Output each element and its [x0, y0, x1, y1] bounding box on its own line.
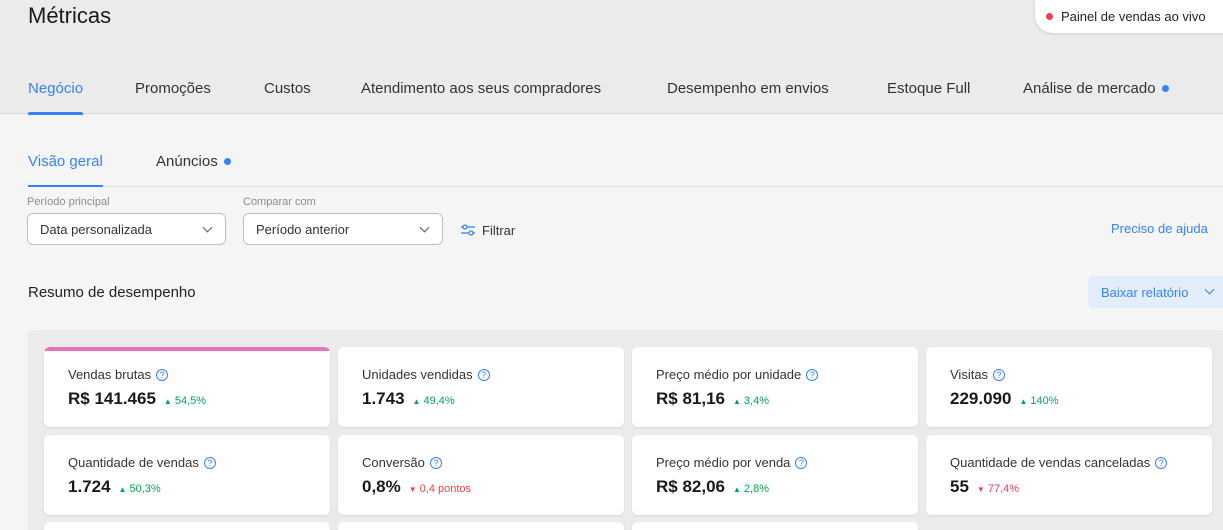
filter-label: Filtrar: [482, 222, 516, 238]
sub-tabs: Visão geral Anúncios: [0, 140, 1223, 187]
metric-delta: 2,8%: [743, 483, 769, 495]
filter-button[interactable]: Filtrar: [460, 220, 515, 240]
metric-value: R$ 82,06: [656, 477, 725, 496]
metric-label: Unidades vendidas: [362, 367, 473, 382]
arrow-up-icon: ▲: [118, 485, 127, 494]
question-circle-icon[interactable]: ?: [156, 368, 169, 381]
metric-delta: 50,3%: [129, 483, 161, 495]
metric-card-visitas[interactable]: Visitas? 229.090 ▲ 140%: [926, 347, 1212, 427]
arrow-up-icon: ▲: [733, 485, 741, 494]
metric-delta: 77,4%: [987, 483, 1020, 495]
new-indicator-dot-icon: [223, 157, 231, 165]
compare-label: Comparar com: [243, 196, 316, 208]
tab-analise-mercado[interactable]: Análise de mercado: [1023, 80, 1169, 114]
metric-delta: 49,4%: [423, 395, 455, 407]
chevron-down-icon: [202, 222, 213, 233]
live-sales-panel-label: Painel de vendas ao vivo: [1061, 9, 1206, 24]
metric-label: Preço médio por venda: [656, 455, 791, 470]
metric-delta: 3,4%: [743, 395, 769, 407]
arrow-up-icon: ▲: [163, 397, 172, 406]
question-circle-icon[interactable]: ?: [993, 368, 1006, 381]
arrow-up-icon: ▲: [1019, 397, 1028, 406]
question-circle-icon[interactable]: ?: [1155, 456, 1168, 469]
metric-value: 0,8%: [362, 477, 401, 496]
metric-value: 229.090: [950, 389, 1012, 408]
metric-value: 1.724: [68, 477, 111, 496]
page-title: Métricas: [28, 3, 112, 28]
question-circle-icon[interactable]: ?: [203, 456, 216, 469]
tab-atendimento[interactable]: Atendimento aos seus compradores: [361, 80, 601, 114]
metric-card-conversao[interactable]: Conversão? 0,8% ▼ 0,4 pontos: [338, 435, 624, 515]
red-dot-icon: [1046, 13, 1053, 20]
tab-desempenho-envios[interactable]: Desempenho em envios: [667, 80, 829, 114]
subtab-anuncios[interactable]: Anúncios: [156, 153, 231, 187]
question-circle-icon[interactable]: ?: [429, 456, 442, 469]
chevron-down-icon: [1204, 284, 1215, 295]
subtab-visao-geral[interactable]: Visão geral: [28, 153, 103, 187]
metric-card-unidades-vendidas[interactable]: Unidades vendidas? 1.743 ▲ 49,4%: [338, 347, 624, 427]
metric-value: 55: [950, 477, 969, 496]
main-period-select[interactable]: Data personalizada: [27, 213, 226, 245]
metric-label: Quantidade de vendas: [68, 455, 199, 470]
question-circle-icon[interactable]: ?: [795, 456, 808, 469]
summary-title: Resumo de desempenho: [28, 284, 196, 301]
new-indicator-dot-icon: [1161, 84, 1169, 92]
question-circle-icon[interactable]: ?: [477, 368, 490, 381]
tab-negocio[interactable]: Negócio: [28, 80, 84, 115]
metric-delta: 54,5%: [174, 395, 207, 407]
metric-value: R$ 141.465: [68, 389, 156, 408]
metric-card-vendas-canceladas[interactable]: Quantidade de vendas canceladas? 55 ▼ 77,4…: [926, 435, 1212, 515]
compare-value: Período anterior: [256, 221, 350, 237]
metric-card-preco-medio-venda[interactable]: Preço médio por venda? R$ 82,06 ▲ 2,8%: [632, 435, 918, 515]
sliders-icon: [461, 224, 475, 236]
metric-label: Quantidade de vendas canceladas: [950, 455, 1151, 470]
arrow-down-icon: ▼: [408, 485, 417, 494]
question-circle-icon[interactable]: ?: [806, 368, 819, 381]
tab-promocoes[interactable]: Promoções: [135, 80, 211, 114]
metrics-header: Métricas Painel de vendas ao vivo Negóci…: [0, 0, 1223, 115]
metric-label: Vendas brutas: [68, 367, 152, 382]
help-link[interactable]: Preciso de ajuda: [1111, 221, 1208, 236]
download-report-button[interactable]: Baixar relatório: [1088, 276, 1223, 308]
metric-card-partial[interactable]: [44, 522, 330, 530]
metric-label: Preço médio por unidade: [656, 367, 802, 382]
main-period-value: Data personalizada: [40, 221, 153, 237]
metric-card-partial[interactable]: [338, 522, 624, 530]
metric-card-preco-medio-unidade[interactable]: Preço médio por unidade? R$ 81,16 ▲ 3,4%: [632, 347, 918, 427]
arrow-up-icon: ▲: [412, 397, 421, 406]
metric-delta: 140%: [1030, 395, 1059, 407]
tab-custos[interactable]: Custos: [264, 80, 311, 114]
download-report-label: Baixar relatório: [1101, 284, 1189, 300]
metric-value: R$ 81,16: [656, 389, 725, 408]
chevron-down-icon: [419, 222, 430, 233]
main-tabs: Negócio Promoções Custos Atendimento aos…: [0, 70, 1223, 115]
tab-estoque-full[interactable]: Estoque Full: [887, 80, 970, 114]
main-period-label: Período principal: [27, 196, 110, 208]
arrow-up-icon: ▲: [733, 397, 741, 406]
metric-card-partial[interactable]: [632, 522, 918, 530]
live-sales-panel-button[interactable]: Painel de vendas ao vivo: [1035, 0, 1223, 33]
metric-label: Visitas: [950, 367, 989, 382]
arrow-down-icon: ▼: [976, 485, 985, 494]
compare-select[interactable]: Período anterior: [243, 213, 443, 245]
metric-card-quantidade-vendas[interactable]: Quantidade de vendas? 1.724 ▲ 50,3%: [44, 435, 330, 515]
metric-delta: 0,4 pontos: [419, 483, 472, 495]
metric-label: Conversão: [362, 455, 425, 470]
metric-card-vendas-brutas[interactable]: Vendas brutas? R$ 141.465 ▲ 54,5%: [44, 347, 330, 427]
metric-value: 1.743: [362, 389, 405, 408]
